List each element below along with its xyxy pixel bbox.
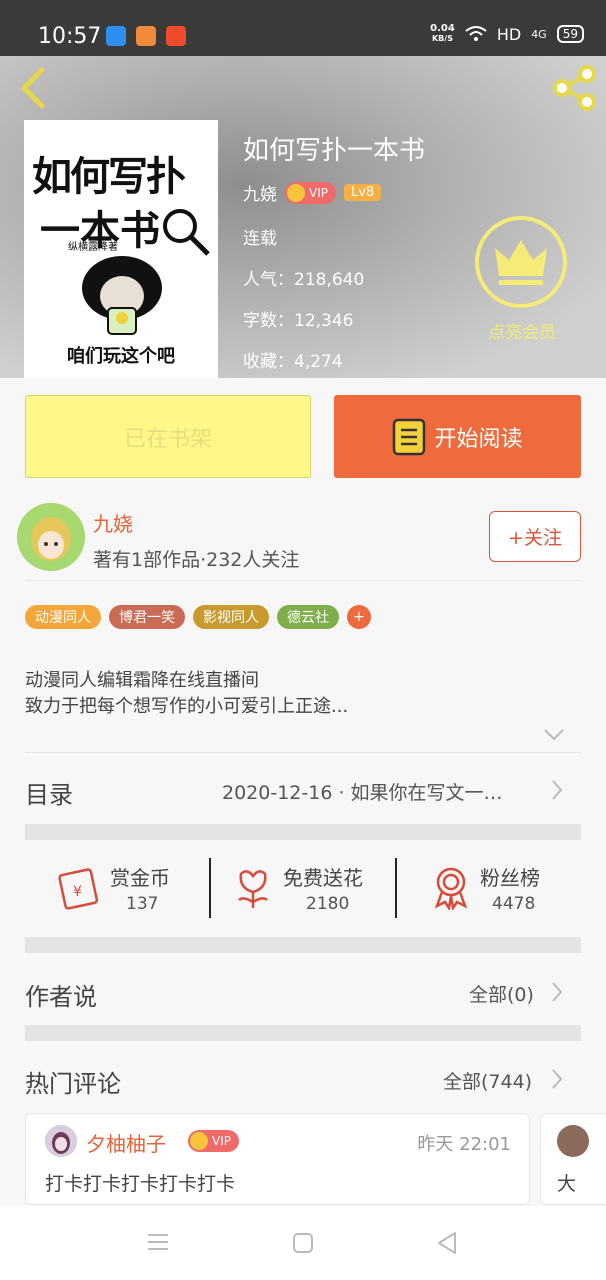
author-avatar[interactable] — [17, 503, 85, 571]
tag-item[interactable]: 影视同人 — [193, 605, 269, 629]
commenter-avatar[interactable] — [45, 1125, 77, 1157]
author-name[interactable]: 九娆 — [93, 508, 133, 537]
start-reading-label: 开始阅读 — [434, 426, 523, 452]
book-favorites: 收藏：4,274 — [243, 352, 343, 372]
app-icon-taobao — [166, 26, 186, 46]
svg-text:¥: ¥ — [73, 884, 82, 900]
status-bar: 10:57 0.04 KB/S HD 4G 59 — [0, 0, 606, 56]
book-description: 动漫同人编辑霜降在线直播间 致力于把每个想写作的小可爱引上正途... — [25, 670, 349, 717]
section-separator — [25, 1025, 581, 1041]
stat-value: 2180 — [306, 894, 350, 914]
membership-crown-icon[interactable] — [475, 216, 567, 308]
system-nav-bar — [0, 1206, 606, 1280]
stat-value: 137 — [126, 894, 159, 914]
comment-card[interactable]: 夕柚柚子 VIP 昨天 22:01 打卡打卡打卡打卡打卡 — [25, 1113, 530, 1205]
commenter-name[interactable]: 夕柚柚子 — [86, 1128, 166, 1157]
stat-label: 粉丝榜 — [480, 866, 540, 890]
meme-face-illustration — [82, 256, 162, 335]
network-speed: 0.04 KB/S — [430, 23, 455, 44]
membership-label[interactable]: 点亮会员 — [470, 318, 574, 343]
network-type: HD — [496, 24, 522, 44]
comment-text: 大 — [557, 1173, 577, 1195]
stat-value: 4478 — [492, 894, 536, 914]
menu-icon[interactable] — [147, 1232, 169, 1252]
catalog-label[interactable]: 目录 — [25, 775, 73, 810]
start-reading-button[interactable]: 开始阅读 — [334, 395, 581, 478]
app-icon-blue — [106, 26, 126, 46]
stat-label: 赏金币 — [110, 866, 170, 890]
comment-time: 昨天 22:01 — [417, 1134, 511, 1155]
medal-icon — [434, 867, 468, 910]
chevron-right-icon[interactable] — [550, 980, 564, 1004]
app-icon-orange — [136, 26, 156, 46]
cover-subtitle: 纵横露降著 — [68, 242, 118, 253]
crown-icon — [190, 1132, 208, 1150]
comment-text: 打卡打卡打卡打卡打卡 — [45, 1173, 236, 1195]
divider — [209, 858, 211, 918]
divider — [25, 580, 581, 581]
level-badge: Lv8 — [343, 184, 382, 201]
hot-comments-all[interactable]: 全部(744) — [443, 1067, 532, 1094]
expand-chevron-icon[interactable] — [543, 727, 565, 743]
cover-title-line1: 如何写扑 — [32, 154, 186, 200]
signal-icon: 4G — [531, 27, 547, 41]
book-icon — [393, 418, 426, 455]
tag-list: 动漫同人 博君一笑 影视同人 德云社 + — [25, 605, 371, 629]
book-popularity: 人气：218,640 — [243, 270, 365, 290]
status-time: 10:57 — [38, 24, 102, 49]
in-shelf-button[interactable]: 已在书架 — [25, 395, 311, 478]
chevron-right-icon[interactable] — [550, 778, 564, 802]
wifi-icon — [465, 26, 487, 41]
book-word-count: 字数：12,346 — [243, 311, 354, 331]
catalog-latest[interactable]: 2020-12-16 · 如果你在写文一… — [222, 778, 534, 805]
hot-comments-label: 热门评论 — [25, 1070, 121, 1098]
book-author[interactable]: 九娆 — [243, 180, 277, 205]
chevron-right-icon[interactable] — [550, 1067, 564, 1091]
author-says-all[interactable]: 全部(0) — [469, 980, 534, 1007]
more-tags-button[interactable]: + — [347, 605, 371, 629]
back-nav-icon[interactable] — [436, 1231, 458, 1255]
divider — [25, 752, 581, 753]
tag-item[interactable]: 动漫同人 — [25, 605, 101, 629]
follow-button[interactable]: +关注 — [489, 511, 581, 562]
author-info: 著有1部作品·232人关注 — [93, 549, 300, 571]
section-separator — [25, 824, 581, 840]
cover-caption: 咱们玩这个吧 — [67, 346, 175, 367]
book-cover[interactable]: 如何写扑 一本书 纵横露降著 咱们玩这个吧 — [24, 120, 218, 378]
book-header: 如何写扑 一本书 纵横露降著 咱们玩这个吧 如何写扑一本书 九娆 VIP Lv8… — [0, 56, 606, 378]
red-envelope-icon: ¥ — [58, 868, 99, 910]
comment-card[interactable]: 大 — [540, 1113, 606, 1205]
stat-label: 免费送花 — [283, 866, 363, 890]
home-icon[interactable] — [292, 1232, 314, 1254]
vip-badge: VIP — [285, 181, 336, 204]
tag-item[interactable]: 德云社 — [277, 605, 339, 629]
divider — [395, 858, 397, 918]
book-title: 如何写扑一本书 — [243, 136, 426, 166]
commenter-avatar[interactable] — [557, 1125, 589, 1157]
section-separator — [25, 937, 581, 953]
battery-icon: 59 — [556, 25, 584, 43]
flower-icon — [238, 870, 268, 908]
share-icon[interactable] — [550, 64, 598, 112]
author-says-label: 作者说 — [25, 983, 97, 1011]
vip-badge: VIP — [188, 1130, 239, 1152]
crown-icon — [287, 183, 305, 202]
book-status: 连载 — [243, 229, 277, 249]
back-icon[interactable] — [14, 66, 54, 110]
tag-item[interactable]: 博君一笑 — [109, 605, 185, 629]
magnifier-icon — [163, 209, 210, 256]
